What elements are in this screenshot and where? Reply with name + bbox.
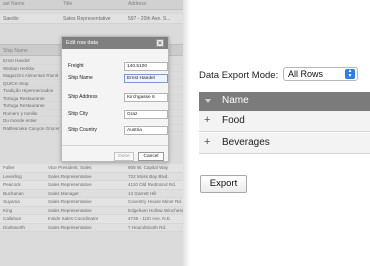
ship-address-field[interactable]: Kirchgasse 6: [124, 93, 168, 102]
ship-country-field[interactable]: Austria: [124, 126, 168, 135]
freight-row: Freight 140.5100: [68, 62, 168, 71]
dialog-divider: [62, 145, 168, 146]
tree-row-label: Beverages: [222, 137, 270, 148]
freight-label: Freight: [68, 63, 84, 69]
ship-address-label: Ship Address: [68, 94, 98, 100]
dialog-title-bar: Edit row data ✕: [62, 37, 168, 49]
close-icon[interactable]: ✕: [156, 39, 164, 47]
page-fold-shadow: [183, 0, 190, 266]
plus-icon[interactable]: +: [204, 114, 210, 126]
column-header-name: Name: [222, 95, 249, 106]
ship-country-row: Ship Country Austria: [68, 126, 168, 135]
updown-arrows-icon: ▲ ▼: [345, 69, 355, 79]
export-panel: Data Export Mode: All Rows ▲ ▼ Name + Foo…: [190, 0, 370, 266]
ship-country-label: Ship Country: [68, 127, 97, 133]
ship-city-label: Ship City: [68, 111, 89, 117]
tree-row-food[interactable]: + Food: [199, 111, 370, 132]
tree-row-label: Food: [222, 115, 245, 126]
done-button[interactable]: Done: [114, 152, 134, 161]
plus-icon[interactable]: +: [204, 136, 210, 148]
tree-header: Name: [199, 92, 370, 111]
dialog-title: Edit row data: [66, 40, 99, 46]
ship-city-field[interactable]: Graz: [124, 110, 168, 119]
export-mode-value: All Rows: [288, 69, 324, 79]
grid-screenshot: ast Name Title Address Saedio Sales Repr…: [0, 0, 183, 266]
ship-name-row: Ship Name Ernst Handel: [68, 74, 168, 83]
tree-row-beverages[interactable]: + Beverages: [199, 133, 370, 154]
ship-address-row: Ship Address Kirchgasse 6: [68, 93, 168, 102]
ship-name-label: Ship Name: [68, 75, 93, 81]
freight-field[interactable]: 140.5100: [124, 62, 168, 71]
export-button[interactable]: Export: [200, 175, 247, 193]
ship-city-row: Ship City Graz: [68, 110, 168, 119]
cancel-button[interactable]: Cancel: [138, 152, 164, 161]
export-mode-label: Data Export Mode:: [199, 70, 279, 81]
export-mode-select[interactable]: All Rows ▲ ▼: [283, 67, 358, 81]
edit-row-dialog: Edit row data ✕ Freight 140.5100 Ship Na…: [61, 36, 169, 162]
triangle-down-icon[interactable]: [205, 99, 211, 103]
ship-name-field[interactable]: Ernst Handel: [124, 74, 168, 83]
